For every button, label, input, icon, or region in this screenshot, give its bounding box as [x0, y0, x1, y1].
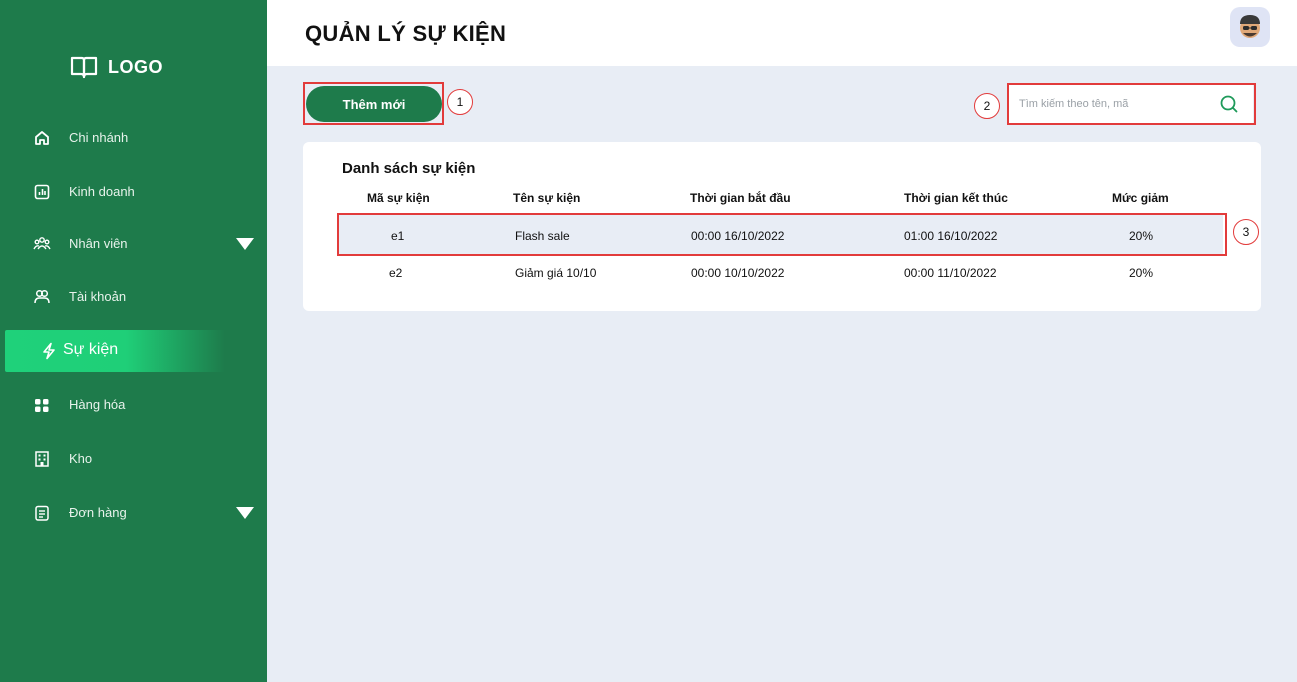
grid-icon — [35, 399, 49, 412]
header: QUẢN LÝ SỰ KIỆN — [267, 0, 1297, 66]
logo-text: LOGO — [108, 56, 163, 77]
annotation-marker-1: 1 — [447, 89, 473, 115]
lightning-icon — [43, 342, 55, 360]
cell-start: 00:00 10/10/2022 — [691, 266, 785, 280]
logo[interactable]: LOGO — [70, 52, 163, 82]
sidebar-item-label: Kinh doanh — [69, 184, 135, 199]
column-header-end: Thời gian kết thúc — [904, 191, 1008, 205]
sidebar-item-label: Kho — [69, 451, 93, 466]
sidebar-item-hang-hoa[interactable]: Hàng hóa — [0, 384, 267, 426]
sidebar-item-label: Hàng hóa — [69, 397, 126, 412]
sidebar-item-nhan-vien[interactable]: Nhân viên — [0, 223, 267, 265]
chart-icon — [34, 184, 50, 200]
page-title: QUẢN LÝ SỰ KIỆN — [305, 21, 507, 46]
column-header-discount: Mức giảm — [1112, 191, 1169, 205]
cell-name: Giảm giá 10/10 — [515, 266, 597, 280]
column-header-name: Tên sự kiện — [513, 191, 581, 205]
card-title: Danh sách sự kiện — [342, 160, 476, 177]
book-icon — [70, 56, 98, 79]
sidebar-item-label: Tài khoản — [69, 289, 127, 304]
annotation-box-1 — [303, 82, 444, 125]
sidebar: LOGO Chi nhánh Kinh doanh Nhân viên Tài … — [0, 0, 267, 682]
sidebar-item-label: Sự kiện — [63, 341, 119, 358]
clipboard-icon — [35, 505, 49, 521]
sidebar-item-label: Đơn hàng — [69, 505, 127, 520]
sidebar-item-label: Nhân viên — [69, 236, 128, 251]
column-header-code: Mã sự kiện — [367, 191, 430, 205]
sidebar-item-label: Chi nhánh — [69, 130, 129, 145]
sidebar-item-kinh-doanh[interactable]: Kinh doanh — [0, 171, 267, 213]
sidebar-item-chi-nhanh[interactable]: Chi nhánh — [0, 117, 267, 159]
main-content: Thêm mới 1 2 Danh sách sự kiện Mã sự kiệ… — [267, 66, 1297, 682]
annotation-box-3 — [337, 213, 1227, 256]
column-header-start: Thời gian bắt đầu — [690, 191, 791, 205]
annotation-box-2 — [1007, 83, 1256, 125]
annotation-marker-2: 2 — [974, 93, 1000, 119]
avatar-icon — [1240, 15, 1260, 38]
account-icon — [34, 289, 50, 304]
sidebar-item-su-kien[interactable]: Sự kiện — [5, 330, 225, 372]
sidebar-item-tai-khoan[interactable]: Tài khoản — [0, 276, 267, 318]
home-icon — [35, 131, 49, 145]
chevron-down-icon[interactable] — [236, 238, 254, 250]
users-icon — [33, 237, 51, 250]
chevron-down-icon[interactable] — [236, 507, 254, 519]
cell-end: 00:00 11/10/2022 — [904, 266, 997, 280]
sidebar-item-kho[interactable]: Kho — [0, 438, 267, 480]
building-icon — [35, 451, 49, 467]
sidebar-item-don-hang[interactable]: Đơn hàng — [0, 492, 267, 534]
avatar[interactable] — [1230, 7, 1270, 47]
cell-discount: 20% — [1129, 266, 1154, 280]
cell-code: e2 — [389, 266, 403, 280]
annotation-marker-3: 3 — [1233, 219, 1259, 245]
